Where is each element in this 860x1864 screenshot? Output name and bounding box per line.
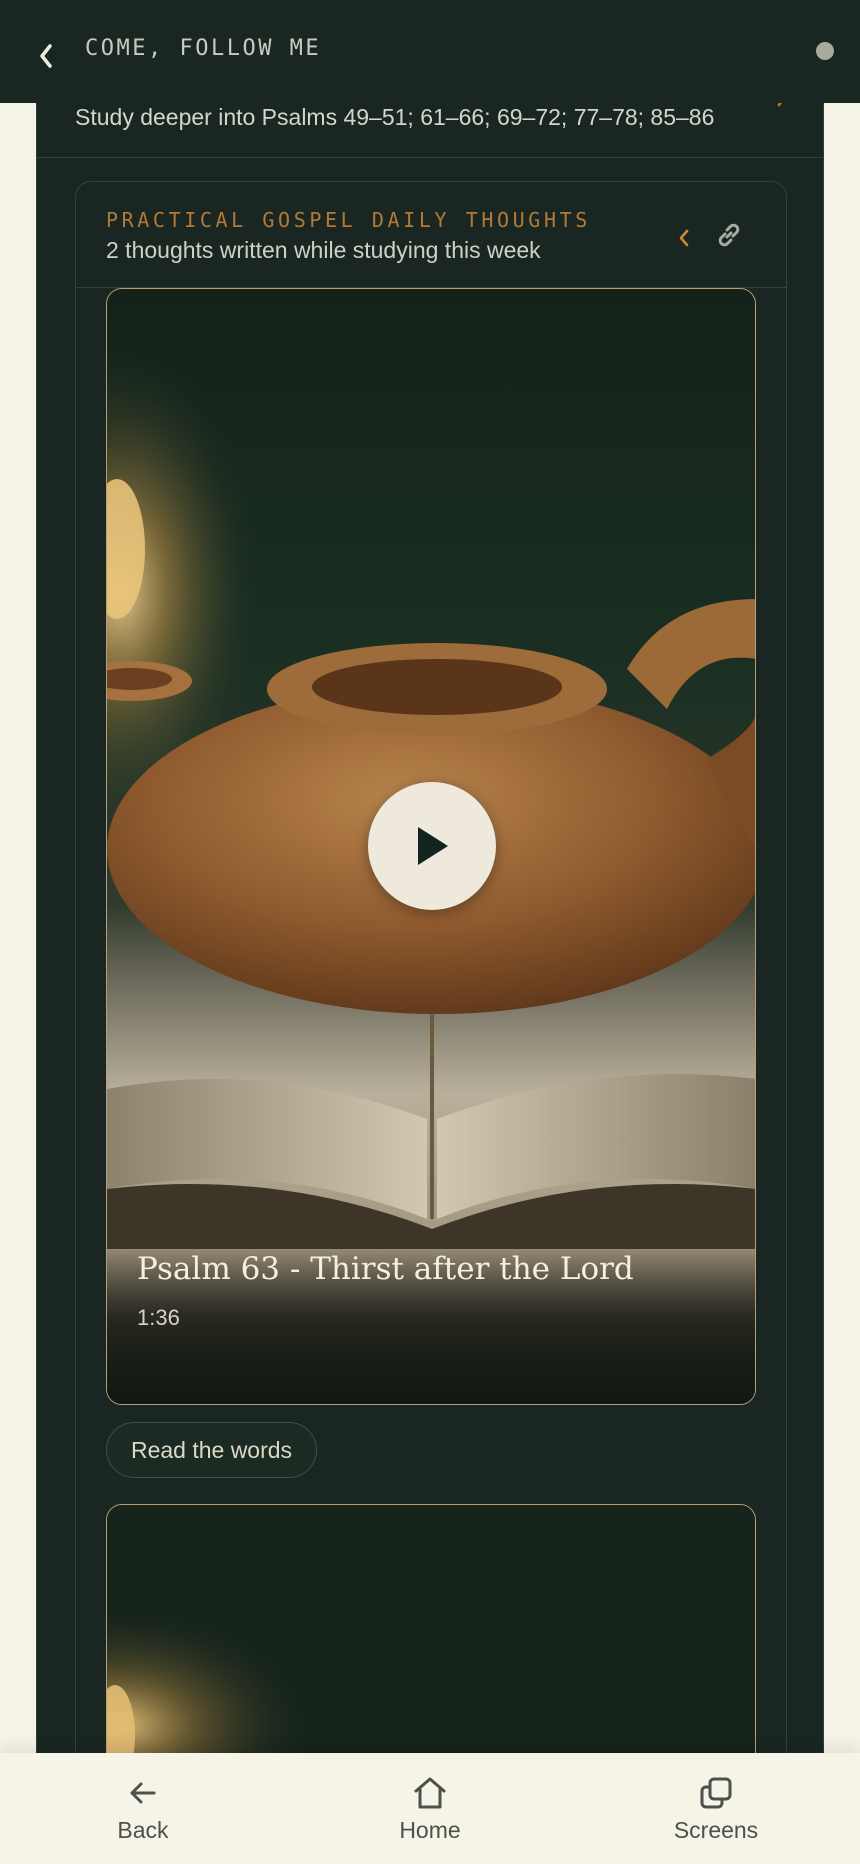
nav-screens[interactable]: Screens <box>626 1753 806 1864</box>
card-subtitle: 2 thoughts written while studying this w… <box>106 237 541 263</box>
read-the-words-button[interactable]: Read the words <box>106 1422 317 1478</box>
dot-icon <box>816 42 834 60</box>
daily-thoughts-card: PRACTICAL GOSPEL DAILY THOUGHTS 2 though… <box>75 181 787 1864</box>
nav-home-label: Home <box>399 1817 461 1843</box>
nav-screens-label: Screens <box>673 1817 759 1843</box>
video-duration: 1:36 <box>137 1305 180 1330</box>
study-deeper-text: Study deeper into Psalms 49–51; 61–66; 6… <box>75 104 715 130</box>
collapse-chevron-icon[interactable] <box>672 222 696 254</box>
top-app-bar: COME, FOLLOW ME <box>0 0 860 103</box>
link-icon[interactable] <box>712 218 746 252</box>
video-title: Psalm 63 - Thirst after the Lord <box>137 1251 634 1287</box>
card-kicker: PRACTICAL GOSPEL DAILY THOUGHTS <box>106 208 591 232</box>
video-card[interactable]: Psalm 63 - Thirst after the Lord 1:36 <box>106 288 756 1405</box>
bottom-navigation: Back Home Screens <box>0 1753 860 1864</box>
page-title: COME, FOLLOW ME <box>85 36 322 61</box>
screens-icon <box>700 1777 732 1809</box>
content-panel: Study deeper into Psalms 49–51; 61–66; 6… <box>36 95 824 1864</box>
divider <box>37 157 823 158</box>
nav-back[interactable]: Back <box>53 1753 233 1864</box>
nav-home[interactable]: Home <box>340 1753 520 1864</box>
play-button[interactable] <box>368 782 496 910</box>
home-icon <box>414 1777 446 1809</box>
arrow-left-icon <box>130 1782 156 1804</box>
nav-back-label: Back <box>117 1817 169 1843</box>
card-header: PRACTICAL GOSPEL DAILY THOUGHTS 2 though… <box>76 182 786 288</box>
play-icon <box>418 827 448 865</box>
chevron-left-icon[interactable] <box>34 36 58 76</box>
